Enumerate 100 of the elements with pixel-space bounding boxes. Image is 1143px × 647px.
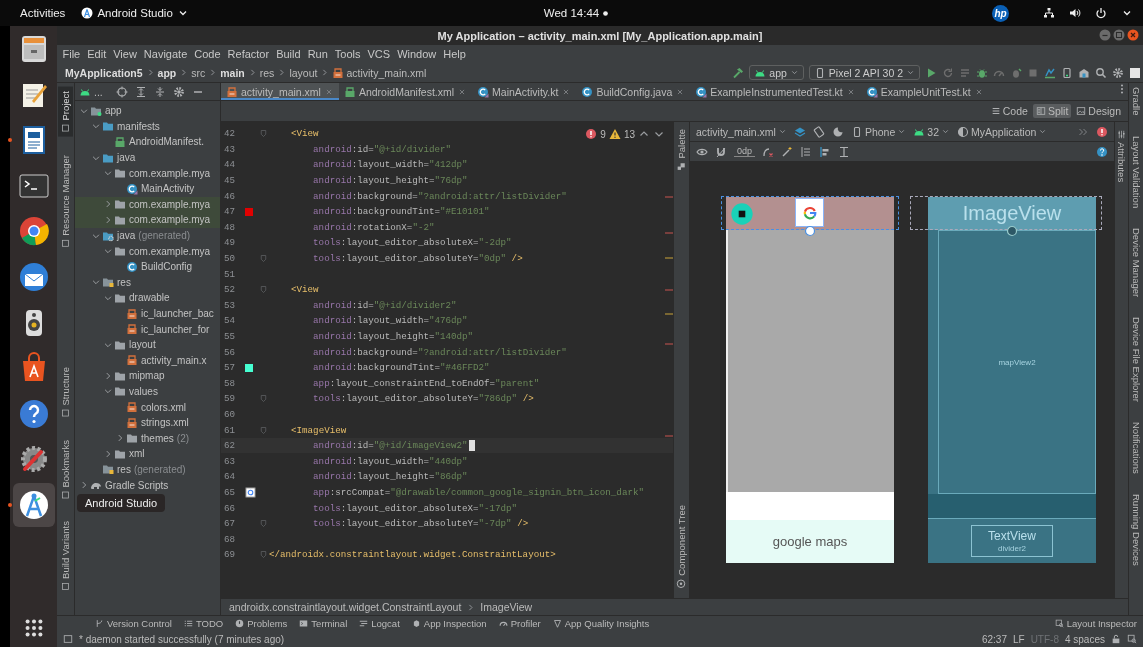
tree-item[interactable]: res	[117, 463, 131, 475]
tool-window-button[interactable]: Version Control	[95, 618, 172, 629]
wand-icon[interactable]	[781, 145, 794, 158]
project-view-dropdown[interactable]: ...	[79, 85, 103, 98]
tree-item[interactable]: ic_launcher_bac	[141, 308, 214, 319]
view-mode-button[interactable]: Design	[1073, 104, 1124, 118]
tree-item[interactable]: xml	[129, 448, 145, 460]
tool-window-tab[interactable]: Build Variants	[58, 517, 73, 595]
menu-item[interactable]: Refactor	[224, 48, 273, 60]
menu-item[interactable]: Window	[393, 48, 440, 60]
chevron-right-icon[interactable]	[115, 433, 125, 444]
status-item[interactable]: 4 spaces	[1064, 633, 1105, 645]
settings-icon[interactable]	[172, 85, 185, 98]
margin-field[interactable]: 0dp	[734, 146, 756, 157]
menu-item[interactable]: Edit	[83, 48, 110, 60]
spacing-icon[interactable]	[838, 145, 851, 158]
tree-item[interactable]: values	[129, 386, 158, 397]
align-icon[interactable]	[819, 145, 832, 158]
tree-item[interactable]: themes	[141, 432, 174, 444]
device-manager-icon[interactable]	[1061, 66, 1073, 79]
fold-marker-icon[interactable]	[259, 129, 268, 139]
menu-item[interactable]: File	[59, 48, 84, 60]
tree-item[interactable]: drawable	[129, 292, 170, 304]
clock[interactable]: Wed 14:44	[543, 7, 600, 19]
tree-item[interactable]: com.example.mya	[129, 245, 211, 257]
tree-item[interactable]: colors.xml	[141, 401, 186, 413]
rotate-icon[interactable]	[812, 125, 825, 138]
tool-window-tab[interactable]: Component Tree	[674, 502, 689, 592]
tree-item[interactable]: java	[117, 152, 136, 164]
bug-icon[interactable]	[976, 66, 988, 79]
attach-debugger-icon[interactable]	[1010, 66, 1022, 79]
breadcrumb-item[interactable]: ImageView	[480, 601, 533, 613]
breadcrumb-item[interactable]: layout	[289, 66, 318, 79]
view-mode-button[interactable]: Code	[987, 104, 1031, 118]
theme-dropdown[interactable]: MyApplication	[957, 125, 1048, 138]
tool-window-button[interactable]: Terminal	[299, 618, 348, 629]
tree-item[interactable]: Gradle Scripts	[105, 479, 169, 491]
menu-item[interactable]: Tools	[331, 48, 364, 60]
constraint-handle[interactable]	[1006, 225, 1018, 237]
tool-window-tab[interactable]: Device File Explorer	[1128, 312, 1143, 406]
tool-window-tab[interactable]: Layout Validation	[1128, 131, 1143, 212]
tree-item[interactable]: app	[105, 105, 122, 117]
help-icon[interactable]	[1096, 145, 1108, 158]
search-icon[interactable]	[1095, 66, 1107, 79]
chevron-right-icon[interactable]	[103, 214, 113, 225]
locate-icon[interactable]	[115, 85, 128, 98]
tool-window-tab[interactable]: Bookmarks	[58, 435, 73, 504]
tree-item[interactable]: AndroidManifest.	[129, 136, 205, 148]
constraint-handle[interactable]	[804, 225, 816, 237]
fold-marker-icon[interactable]	[259, 285, 268, 295]
fold-marker-icon[interactable]	[259, 519, 268, 529]
tool-window-button[interactable]: Layout Inspector	[1054, 618, 1137, 629]
tool-window-tab[interactable]: Attributes	[1114, 126, 1129, 187]
collapse-all-icon[interactable]	[153, 85, 166, 98]
fold-marker-icon[interactable]	[259, 394, 268, 404]
power-icon[interactable]	[1095, 7, 1107, 19]
tree-item[interactable]: strings.xml	[141, 417, 189, 429]
sdk-manager-icon[interactable]	[1078, 66, 1090, 79]
rerun-icon[interactable]	[942, 66, 954, 79]
clear-constraints-icon[interactable]	[762, 145, 775, 158]
tree-item[interactable]: layout	[129, 339, 156, 351]
editor-tab[interactable]: MainActivity.kt	[472, 83, 577, 100]
tree-item[interactable]: mipmap	[129, 370, 165, 382]
fold-marker-icon[interactable]	[259, 550, 268, 560]
breadcrumb-item[interactable]: app	[157, 66, 177, 79]
lock-icon[interactable]	[1111, 634, 1121, 644]
tool-window-tab[interactable]: Palette	[674, 126, 689, 175]
breadcrumb-item[interactable]: main	[220, 66, 245, 79]
panel-toggle-icon[interactable]	[63, 634, 73, 644]
settings-icon[interactable]	[1112, 66, 1124, 79]
menu-item[interactable]: Build	[272, 48, 305, 60]
network-icon[interactable]	[1043, 7, 1055, 19]
tool-window-button[interactable]: App Inspection	[411, 618, 487, 629]
tree-item[interactable]: com.example.mya	[129, 198, 211, 210]
menu-item[interactable]: View	[109, 48, 141, 60]
menu-item[interactable]: Code	[190, 48, 225, 60]
menu-item[interactable]: Help	[439, 48, 470, 60]
editor-tab[interactable]: ExampleUnitTest.kt	[860, 83, 989, 100]
chevron-right-icon[interactable]	[103, 448, 113, 459]
menu-item[interactable]: Navigate	[140, 48, 191, 60]
night-mode-icon[interactable]	[831, 125, 844, 138]
volume-icon[interactable]	[1069, 7, 1081, 19]
magnet-icon[interactable]	[715, 145, 727, 158]
maximize-button[interactable]	[1113, 29, 1125, 41]
tool-window-tab[interactable]: Running Devices	[1128, 489, 1143, 570]
tree-item[interactable]: java	[117, 230, 136, 242]
tree-item[interactable]: MainActivity	[141, 183, 195, 195]
tool-window-button[interactable]: Profiler	[498, 618, 541, 629]
chevron-right-icon[interactable]	[103, 370, 113, 381]
breadcrumb-item[interactable]: androidx.constraintlayout.widget.ConstraintLayout	[229, 601, 462, 613]
close-button[interactable]	[1127, 29, 1139, 41]
tool-window-button[interactable]: TODO	[183, 618, 224, 629]
tool-window-button[interactable]: App Quality Insights	[552, 618, 650, 629]
tree-item[interactable]: BuildConfig	[141, 261, 193, 273]
editor-tab[interactable]: BuildConfig.java	[576, 83, 691, 100]
tool-window-tab[interactable]: Device Manager	[1128, 223, 1143, 301]
tree-item[interactable]: ic_launcher_for	[141, 323, 210, 335]
editor-tab[interactable]: ExampleInstrumentedTest.kt	[690, 83, 861, 100]
tree-item[interactable]: com.example.mya	[129, 167, 211, 179]
tool-window-tab[interactable]: Gradle	[1128, 83, 1143, 120]
